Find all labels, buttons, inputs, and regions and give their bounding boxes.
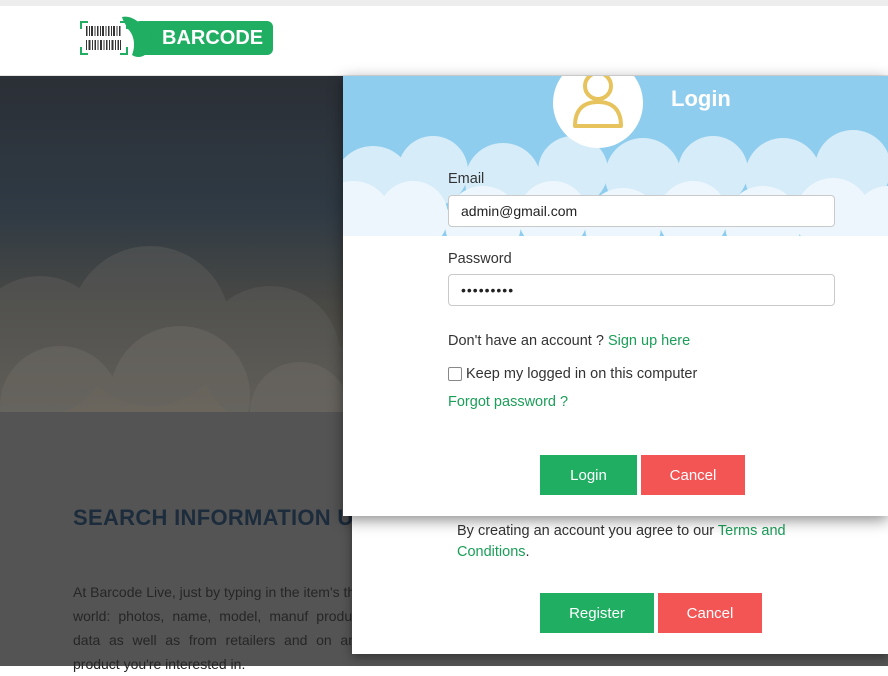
site-logo[interactable]: BARCODE xyxy=(80,16,274,57)
login-title: Login xyxy=(671,86,731,111)
email-field[interactable] xyxy=(448,195,835,227)
site-header: BARCODE xyxy=(0,6,888,76)
register-cancel-button[interactable]: Cancel xyxy=(658,593,762,633)
leaf-icon xyxy=(122,16,153,57)
terms-period: . xyxy=(525,544,530,560)
agree-text: By creating an account you agree to our xyxy=(457,523,718,539)
logo-text: BARCODE xyxy=(162,27,264,49)
avatar xyxy=(553,76,643,148)
register-button[interactable]: Register xyxy=(540,593,654,633)
signup-link[interactable]: Sign up here xyxy=(608,333,690,349)
user-icon xyxy=(573,76,623,128)
login-modal: Login Email Password Don't have an accou… xyxy=(343,76,888,516)
login-button[interactable]: Login xyxy=(540,455,637,495)
register-modal: By creating an account you agree to our … xyxy=(352,505,888,654)
no-account-text: Don't have an account ? xyxy=(448,333,608,349)
section-paragraph: At Barcode Live, just by typing in the i… xyxy=(73,584,363,672)
password-field[interactable] xyxy=(448,274,835,306)
terms-notice: By creating an account you agree to our … xyxy=(457,521,817,563)
email-label: Email xyxy=(448,171,485,187)
remember-checkbox[interactable] xyxy=(448,367,462,381)
section-title: SEARCH INFORMATION U xyxy=(73,505,354,530)
password-label: Password xyxy=(448,251,512,267)
logo-wordmark: BARCODE xyxy=(122,16,274,57)
remember-label[interactable]: Keep my logged in on this computer xyxy=(466,366,697,382)
signup-prompt: Don't have an account ? Sign up here xyxy=(448,333,690,349)
forgot-password-link[interactable]: Forgot password ? xyxy=(448,394,568,410)
login-cancel-button[interactable]: Cancel xyxy=(641,455,745,495)
